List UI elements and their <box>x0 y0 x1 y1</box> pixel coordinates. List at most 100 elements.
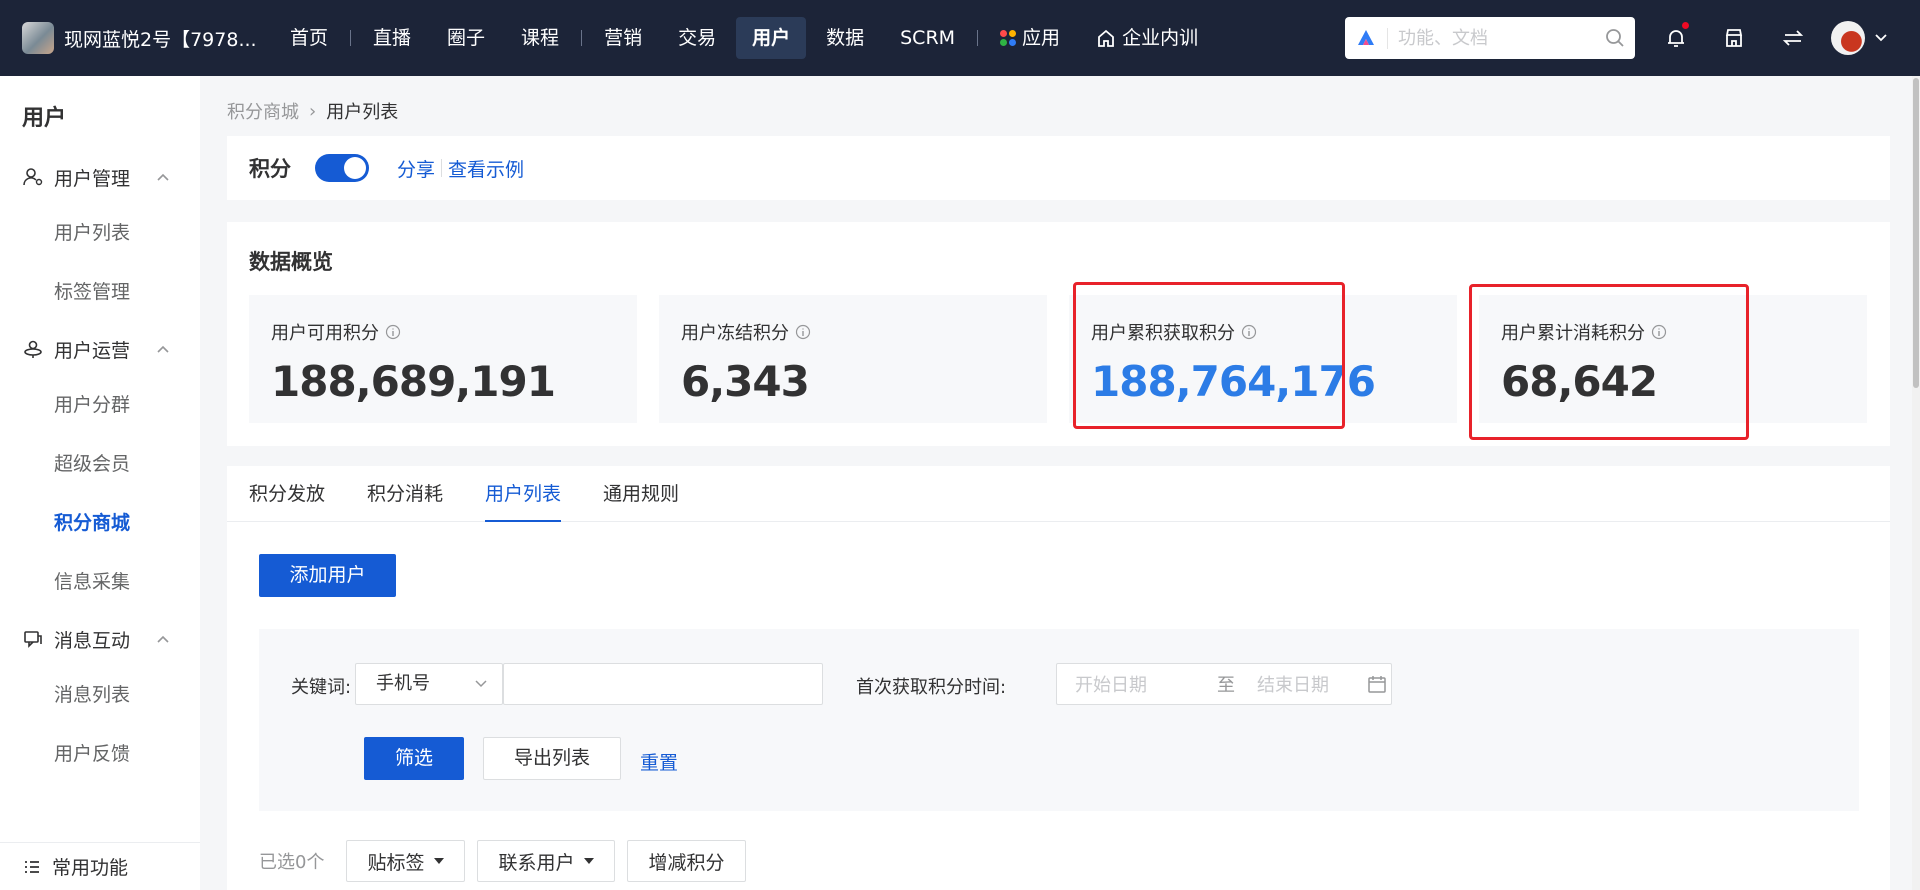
calendar-icon <box>1368 676 1386 693</box>
store-icon <box>1725 29 1743 47</box>
shop-switcher[interactable]: 现网蓝悦2号【7978... <box>0 22 272 54</box>
nav-apps-label: 应用 <box>1022 27 1061 49</box>
common-functions-label: 常用功能 <box>52 857 129 879</box>
toggle-knob <box>344 157 366 179</box>
keyword-input[interactable] <box>503 663 823 705</box>
highlight-box <box>1469 284 1749 440</box>
reset-link[interactable]: 重置 <box>640 748 678 775</box>
chevron-down-icon <box>475 680 487 688</box>
sidebar-item-info-collection[interactable]: 信息采集 <box>0 553 200 612</box>
avatar[interactable] <box>1831 21 1865 55</box>
contact-user-button[interactable]: 联系用户 <box>477 840 616 882</box>
nav-training-label: 企业内训 <box>1122 27 1199 49</box>
chevron-down-icon[interactable] <box>1874 32 1888 44</box>
batch-actions: 已选0个 贴标签 联系用户 增减积分 <box>259 840 758 882</box>
stat-label: 用户可用积分 <box>271 323 379 344</box>
sidebar-group-message[interactable]: 消息互动 <box>0 612 200 666</box>
main-nav: 首页 直播 圈子 课程 营销 交易 用户 数据 SCRM 应用 企业内训 <box>272 0 1216 76</box>
sidebar-item-feedback[interactable]: 用户反馈 <box>0 725 200 784</box>
date-label: 首次获取积分时间: <box>856 677 1007 698</box>
points-header: 积分 分享 查看示例 <box>227 136 1890 200</box>
points-title: 积分 <box>249 157 291 181</box>
view-example-link[interactable]: 查看示例 <box>448 155 524 182</box>
stat-card-available: 用户可用积分 188,689,191 <box>249 295 637 423</box>
keyword-label: 关键词: <box>291 677 352 698</box>
nav-training[interactable]: 企业内训 <box>1080 17 1214 59</box>
stat-value: 188,689,191 <box>271 357 556 406</box>
nav-divider <box>977 30 979 46</box>
tab-general-rules[interactable]: 通用规则 <box>603 466 679 522</box>
date-range-separator: 至 <box>1217 675 1235 696</box>
search-input[interactable] <box>1387 27 1587 49</box>
tabs: 积分发放 积分消耗 用户列表 通用规则 <box>227 466 1890 522</box>
share-link[interactable]: 分享 <box>397 155 435 182</box>
search-box[interactable] <box>1345 17 1635 59</box>
contact-user-label: 联系用户 <box>498 851 575 874</box>
stat-card-frozen: 用户冻结积分 6,343 <box>659 295 1047 423</box>
swap-icon <box>1782 30 1804 46</box>
nav-course[interactable]: 课程 <box>505 17 575 59</box>
highlight-box <box>1073 282 1345 429</box>
sidebar-group-label: 消息互动 <box>54 629 131 652</box>
tag-button[interactable]: 贴标签 <box>346 840 466 882</box>
switch-button[interactable] <box>1779 24 1807 52</box>
points-toggle[interactable] <box>315 154 369 182</box>
info-icon[interactable] <box>385 324 401 340</box>
top-bar: 现网蓝悦2号【7978... 首页 直播 圈子 课程 营销 交易 用户 数据 S… <box>0 0 1920 76</box>
caret-down-icon <box>584 858 595 864</box>
adjust-points-button[interactable]: 增减积分 <box>627 840 746 882</box>
sidebar-group-label: 用户运营 <box>54 339 131 362</box>
points-list-panel: 积分发放 积分消耗 用户列表 通用规则 添加用户 关键词: 手机号 首次获取积分… <box>227 466 1890 890</box>
export-list-button[interactable]: 导出列表 <box>483 737 621 780</box>
sidebar: 用户 用户管理 用户列表 标签管理 用户运营 用户分群 超级会员 积分商城 信息… <box>0 76 200 890</box>
page-scrollbar[interactable] <box>1912 76 1920 890</box>
shop-name: 现网蓝悦2号【7978... <box>64 28 257 51</box>
tab-points-consume[interactable]: 积分消耗 <box>367 466 443 522</box>
common-functions[interactable]: 常用功能 <box>0 842 200 890</box>
nav-circle[interactable]: 圈子 <box>431 17 501 59</box>
overview-title: 数据概览 <box>249 250 333 274</box>
stat-value: 6,343 <box>681 357 810 406</box>
nav-divider <box>581 30 583 46</box>
filter-panel: 关键词: 手机号 首次获取积分时间: 开始日期 至 结束日期 筛选 导出列表 重… <box>259 629 1859 811</box>
tab-user-list[interactable]: 用户列表 <box>485 466 562 522</box>
list-icon <box>25 860 39 873</box>
sidebar-item-points-mall[interactable]: 积分商城 <box>0 494 200 553</box>
nav-data[interactable]: 数据 <box>810 17 880 59</box>
search-brand-icon <box>1358 30 1374 45</box>
sidebar-item-message-list[interactable]: 消息列表 <box>0 666 200 725</box>
sidebar-item-user-list[interactable]: 用户列表 <box>0 204 200 263</box>
tab-points-issue[interactable]: 积分发放 <box>249 466 325 522</box>
data-overview: 数据概览 用户可用积分 188,689,191 用户冻结积分 6,343 用户累… <box>227 222 1890 446</box>
nav-divider <box>350 30 352 46</box>
date-range-picker[interactable]: 开始日期 至 结束日期 <box>1056 663 1392 705</box>
start-date-placeholder[interactable]: 开始日期 <box>1075 671 1217 697</box>
message-icon <box>22 628 44 650</box>
nav-scrm[interactable]: SCRM <box>884 17 971 59</box>
scrollbar-thumb[interactable] <box>1913 78 1919 388</box>
keyword-type-select[interactable]: 手机号 <box>355 663 503 705</box>
filter-button[interactable]: 筛选 <box>364 737 464 780</box>
nav-live[interactable]: 直播 <box>357 17 427 59</box>
sidebar-group-user-operation[interactable]: 用户运营 <box>0 322 200 376</box>
notification-button[interactable] <box>1662 22 1690 52</box>
chevron-right-icon: › <box>309 100 317 122</box>
chevron-up-icon <box>157 345 169 353</box>
breadcrumb-parent[interactable]: 积分商城 <box>227 98 299 124</box>
chevron-up-icon <box>157 173 169 181</box>
store-button[interactable] <box>1720 24 1748 52</box>
sidebar-item-tag-management[interactable]: 标签管理 <box>0 263 200 322</box>
info-icon[interactable] <box>795 324 811 340</box>
nav-home[interactable]: 首页 <box>274 17 344 59</box>
nav-apps[interactable]: 应用 <box>984 17 1076 59</box>
search-icon[interactable] <box>1605 28 1625 48</box>
nav-trade[interactable]: 交易 <box>662 17 732 59</box>
nav-marketing[interactable]: 营销 <box>588 17 658 59</box>
end-date-placeholder[interactable]: 结束日期 <box>1257 671 1367 697</box>
sidebar-item-user-segment[interactable]: 用户分群 <box>0 376 200 435</box>
sidebar-group-user-management[interactable]: 用户管理 <box>0 150 200 204</box>
stat-label: 用户冻结积分 <box>681 323 789 344</box>
sidebar-item-super-member[interactable]: 超级会员 <box>0 435 200 494</box>
nav-user[interactable]: 用户 <box>736 17 807 59</box>
add-user-button[interactable]: 添加用户 <box>259 554 396 597</box>
